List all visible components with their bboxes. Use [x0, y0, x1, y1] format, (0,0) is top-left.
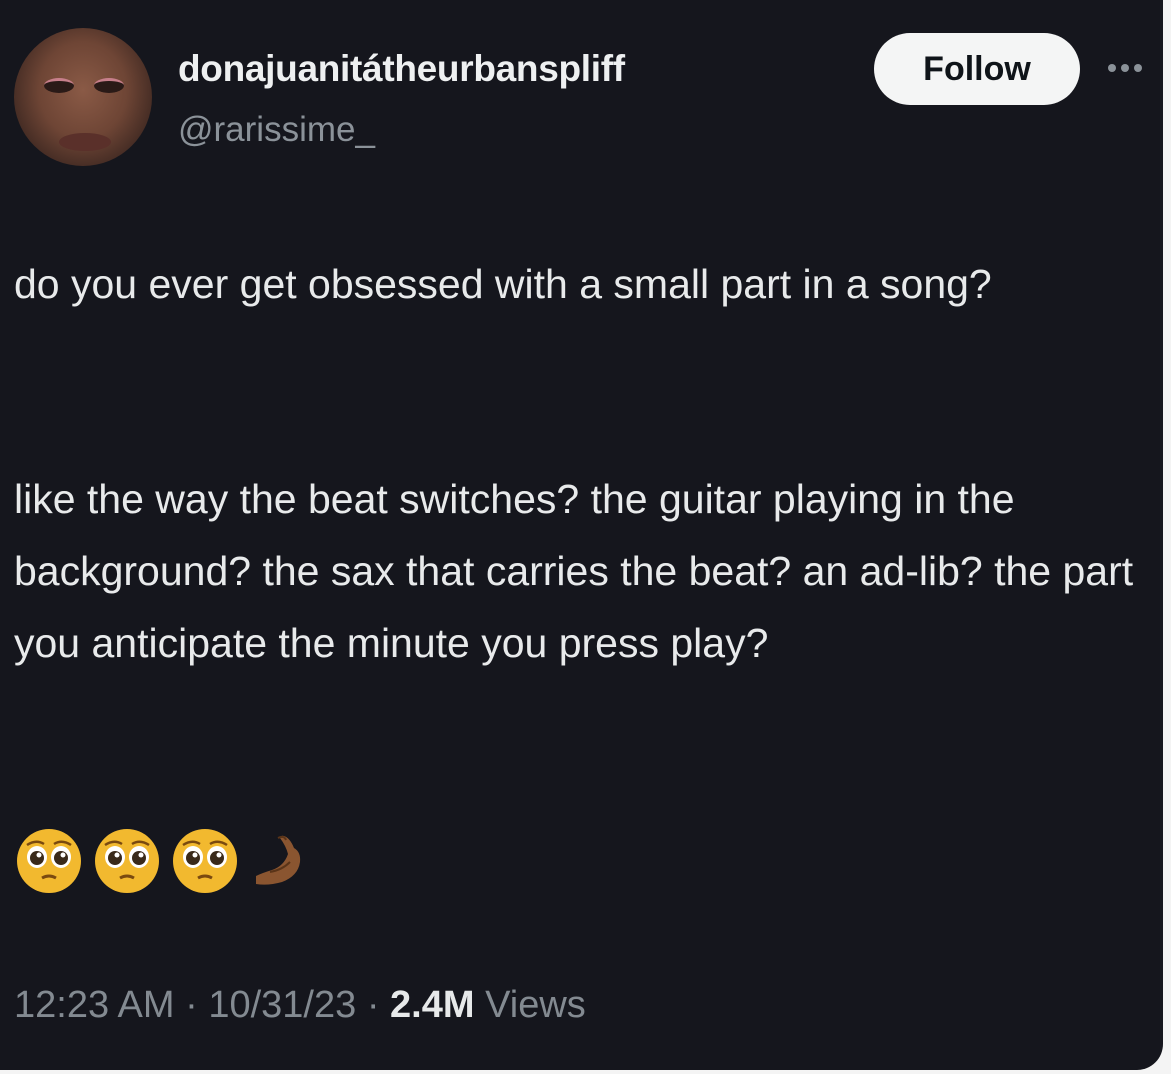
views-label: Views: [485, 984, 586, 1026]
tweet-date[interactable]: 10/31/23: [208, 984, 356, 1026]
pleading-face-icon: [173, 829, 237, 893]
tweet-time[interactable]: 12:23 AM: [14, 984, 175, 1026]
avatar-mouth: [59, 133, 111, 151]
tweet-paragraph-1: do you ever get obsessed with a small pa…: [14, 261, 992, 307]
meta-separator: ·: [185, 984, 198, 1026]
follow-button[interactable]: Follow: [874, 33, 1080, 105]
more-dot: [1121, 64, 1129, 72]
tweet-paragraph-2: like the way the beat switches? the guit…: [14, 476, 1134, 666]
pleading-face-icon: [95, 829, 159, 893]
more-options-icon[interactable]: [1108, 58, 1158, 78]
avatar-eye-left: [44, 78, 74, 93]
pinched-fingers-icon: [256, 835, 301, 885]
tweet-meta: 12:23 AM · 10/31/23 · 2.4M Views: [14, 984, 586, 1027]
avatar-eye-right: [94, 78, 124, 93]
views-count: 2.4M: [390, 984, 475, 1026]
author-display-name[interactable]: donajuanitátheurbanspliff: [178, 48, 625, 90]
emoji-row: [14, 826, 308, 896]
more-dot: [1108, 64, 1116, 72]
avatar[interactable]: [14, 28, 152, 166]
meta-separator: ·: [366, 984, 380, 1026]
pleading-face-icon: [17, 829, 81, 893]
tweet-card: donajuanitátheurbanspliff @rarissime_ Fo…: [0, 0, 1163, 1070]
author-handle[interactable]: @rarissime_: [178, 110, 375, 150]
more-dot: [1134, 64, 1142, 72]
